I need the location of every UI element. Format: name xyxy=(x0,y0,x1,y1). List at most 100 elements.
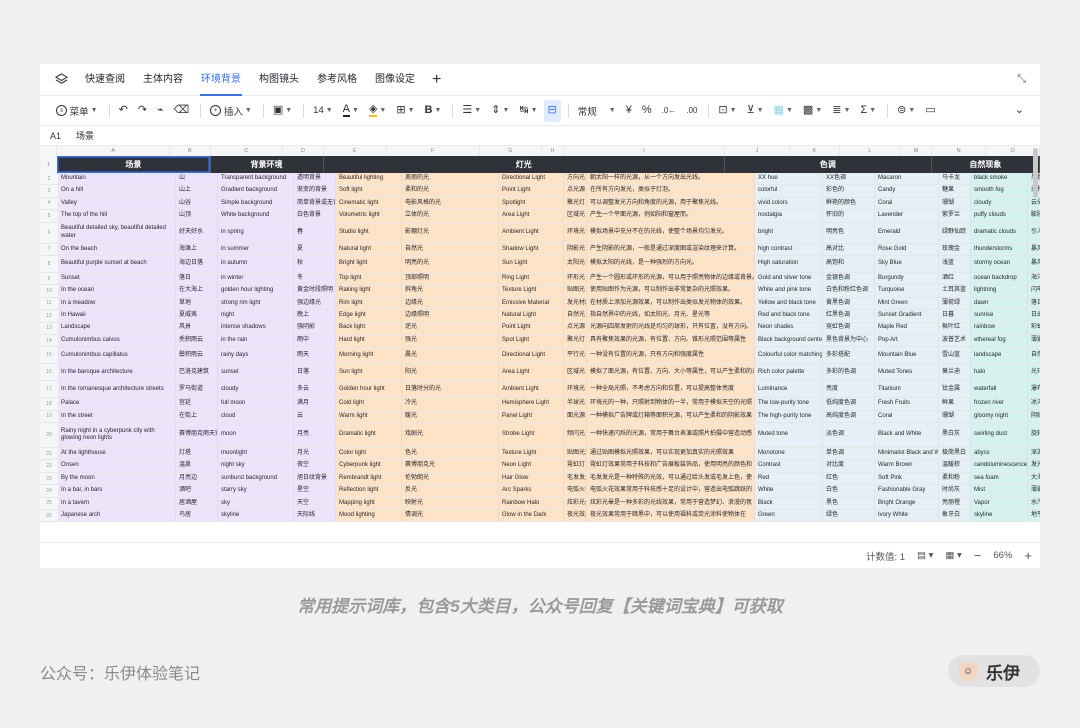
table-cell[interactable]: 毛发发光是一种特殊的光效，可以通过给头发或毛发上色，使 xyxy=(587,472,755,485)
table-cell[interactable]: 黑白灰 xyxy=(939,423,971,448)
table-cell[interactable]: 晚上 xyxy=(294,310,336,322)
table-cell[interactable]: 夜光效果 xyxy=(564,510,587,522)
table-cell[interactable]: 云朵 xyxy=(1028,197,1040,210)
table-cell[interactable]: 半球光 xyxy=(564,398,587,410)
row-number[interactable]: 6 xyxy=(40,222,58,243)
table-cell[interactable]: 珊瑚 xyxy=(939,410,971,423)
table-cell[interactable]: 时尚灰 xyxy=(939,485,971,497)
table-cell[interactable]: Golden hour light xyxy=(336,381,402,398)
table-cell[interactable]: vivid colors xyxy=(755,197,823,210)
table-cell[interactable]: 强边缘光 xyxy=(294,297,336,310)
table-cell[interactable]: 月亮 xyxy=(294,423,336,448)
table-cell[interactable]: Simple background xyxy=(218,197,294,210)
table-cell[interactable]: in the rain xyxy=(218,334,294,347)
table-cell[interactable]: 平行光 xyxy=(564,347,587,364)
table-cell[interactable]: 落日 xyxy=(1028,297,1040,310)
table-cell[interactable]: Strobe Light xyxy=(499,423,564,448)
table-cell[interactable]: 边缘照明 xyxy=(402,310,499,322)
table-cell[interactable]: 旋转的尘埃 xyxy=(1028,423,1040,448)
add-tab-icon[interactable]: + xyxy=(424,64,449,96)
table-cell[interactable]: Reflection light xyxy=(336,485,402,497)
table-cell[interactable]: 紫罗兰 xyxy=(939,210,971,222)
table-cell[interactable]: Ring Light xyxy=(499,272,564,285)
format-painter-button[interactable]: ⌁ xyxy=(153,100,168,122)
row-number[interactable]: 12 xyxy=(40,310,58,322)
table-cell[interactable]: 绿野仙踪 xyxy=(939,222,971,243)
table-cell[interactable]: 环境光的一种，只照射到物体的一半，常用于模拟天空的光照 xyxy=(587,398,755,410)
table-cell[interactable]: Spotlight xyxy=(499,197,564,210)
table-cell[interactable]: Arc Sparks xyxy=(499,485,564,497)
text-wrap-button[interactable]: ↹ ▼ xyxy=(515,100,541,122)
data-validation-button[interactable]: ⊜ ▼ xyxy=(893,100,919,122)
text-color-button[interactable]: A ▼ xyxy=(339,100,363,122)
table-cell[interactable]: cloud xyxy=(218,410,294,423)
table-cell[interactable]: Cinematic light xyxy=(336,197,402,210)
table-cell[interactable]: 自然光 xyxy=(564,310,587,322)
table-cell[interactable]: full moon xyxy=(218,398,294,410)
table-cell[interactable]: Cyberpunk light xyxy=(336,460,402,472)
table-cell[interactable]: 逆光 xyxy=(402,322,499,334)
table-cell[interactable]: Fresh Fruits xyxy=(875,398,939,410)
table-cell[interactable]: thunderstorms xyxy=(971,243,1028,255)
fill-color-button[interactable]: ◈ ▼ xyxy=(365,100,390,122)
table-cell[interactable]: 怀旧的 xyxy=(823,210,875,222)
table-cell[interactable]: Green xyxy=(755,510,823,522)
table-cell[interactable]: Sunset Gradient xyxy=(875,310,939,322)
table-cell[interactable]: 炫彩光晕是一种多彩的光线效果，常用于营造梦幻、浪漫的氛 xyxy=(587,497,755,510)
table-cell[interactable]: 区域光 xyxy=(564,210,587,222)
image-button[interactable]: ▣ ▼ xyxy=(269,100,296,122)
table-cell[interactable]: 朝太阳一样的光源，从一个方向发出光线。 xyxy=(587,173,755,185)
table-cell[interactable]: 巴洛克建筑 xyxy=(176,364,218,381)
table-cell[interactable]: 贴图光 xyxy=(564,285,587,297)
table-cell[interactable]: night xyxy=(218,310,294,322)
table-cell[interactable]: 顶部照明 xyxy=(402,272,499,285)
table-cell[interactable]: 春 xyxy=(294,222,336,243)
table-cell[interactable]: black smoke xyxy=(971,173,1028,185)
vertical-scrollbar[interactable] xyxy=(1033,148,1038,198)
table-cell[interactable]: moon xyxy=(218,423,294,448)
table-cell[interactable]: 金银色调 xyxy=(823,272,875,285)
table-cell[interactable]: Color light xyxy=(336,448,402,460)
table-cell[interactable]: Hemisphere Light xyxy=(499,398,564,410)
table-cell[interactable]: 好天好水 xyxy=(176,222,218,243)
table-cell[interactable]: Mist xyxy=(971,485,1028,497)
column-letter[interactable]: N xyxy=(932,146,987,156)
table-cell[interactable]: frozen river xyxy=(971,398,1028,410)
percent-button[interactable]: % xyxy=(638,100,656,122)
table-cell[interactable]: 海滩上 xyxy=(176,243,218,255)
table-cell[interactable]: Minimalist Black and White xyxy=(875,448,939,460)
table-cell[interactable]: 鲜果 xyxy=(939,398,971,410)
table-cell[interactable]: 浅蓝 xyxy=(939,255,971,272)
table-cell[interactable]: sunset xyxy=(218,364,294,381)
table-cell[interactable]: smooth fog xyxy=(971,185,1028,197)
table-cell[interactable]: 一种模拟广告牌或灯箱等面积光源，可以产生柔和的阴影效果 xyxy=(587,410,755,423)
table-cell[interactable]: Mountain xyxy=(58,173,176,185)
table-cell[interactable]: 枫叶红 xyxy=(939,322,971,334)
row-number[interactable]: 7 xyxy=(40,243,58,255)
table-cell[interactable]: 赛博朋克雨天霓虹灯 xyxy=(176,423,218,448)
table-cell[interactable]: Warm Brown xyxy=(875,460,939,472)
table-cell[interactable]: 莫兰迪 xyxy=(939,364,971,381)
table-cell[interactable]: Black background centered xyxy=(755,334,823,347)
table-cell[interactable]: Back light xyxy=(336,322,402,334)
row-number[interactable]: 1 xyxy=(40,156,58,173)
table-cell[interactable]: Emissive Material xyxy=(499,297,564,310)
table-cell[interactable]: 暴风雨 xyxy=(1028,243,1040,255)
table-cell[interactable]: Raking light xyxy=(336,285,402,297)
table-cell[interactable]: Emerald xyxy=(875,222,939,243)
table-cell[interactable]: 区域光 xyxy=(564,364,587,381)
table-cell[interactable]: 黄黑色调 xyxy=(823,297,875,310)
table-cell[interactable]: 瀑布 xyxy=(1028,381,1040,398)
table-cell[interactable]: Texture Light xyxy=(499,448,564,460)
row-number[interactable]: 9 xyxy=(40,272,58,285)
table-cell[interactable]: moonlight xyxy=(218,448,294,460)
table-cell[interactable]: 钛金属 xyxy=(939,381,971,398)
table-cell[interactable]: 多彩搭配 xyxy=(823,347,875,364)
row-number[interactable]: 5 xyxy=(40,210,58,222)
table-cell[interactable]: intense shadows xyxy=(218,322,294,334)
table-cell[interactable]: 产生一个平面光源，例如阳和窗屋而。 xyxy=(587,210,755,222)
table-cell[interactable]: 影棚灯光 xyxy=(402,222,499,243)
table-cell[interactable]: skyline xyxy=(218,510,294,522)
table-cell[interactable]: 酒吧 xyxy=(176,485,218,497)
table-cell[interactable]: 落日 xyxy=(176,272,218,285)
